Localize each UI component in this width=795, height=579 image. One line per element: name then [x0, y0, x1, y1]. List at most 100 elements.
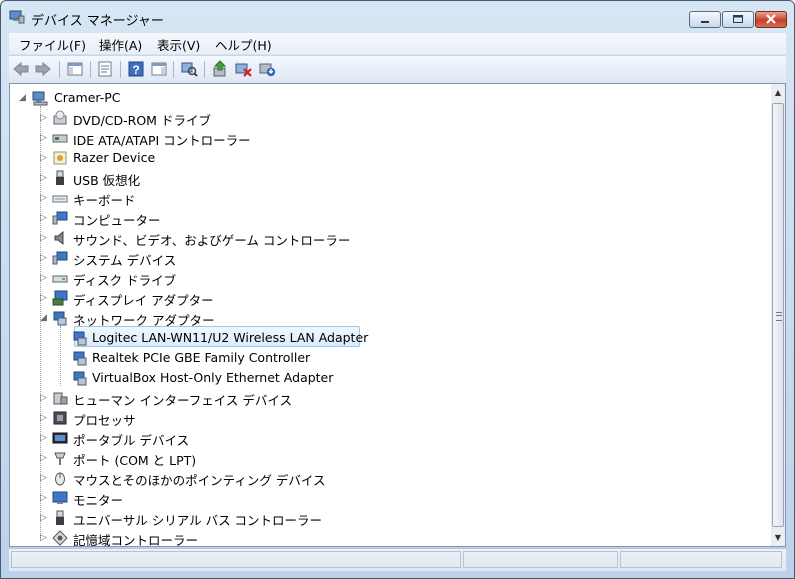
tree-category-label: ディスク ドライブ: [73, 273, 177, 288]
status-bar: [9, 548, 786, 571]
uninstall-device-icon[interactable]: [258, 60, 276, 78]
tree-device[interactable]: VirtualBox Host-Only Ethernet Adapter: [10, 368, 770, 388]
tree-device-label: VirtualBox Host-Only Ethernet Adapter: [92, 370, 334, 385]
vertical-scrollbar[interactable]: ▲ ▼: [771, 84, 785, 546]
hid-icon: [53, 392, 68, 405]
tree-category-label: USB 仮想化: [73, 173, 141, 188]
show-hide-console-tree-icon[interactable]: [66, 60, 84, 78]
tree-category-port[interactable]: ▷ ポート (COM と LPT): [10, 448, 770, 468]
port-icon: [54, 452, 66, 465]
expand-arrow-icon[interactable]: ▷: [40, 453, 48, 463]
system-device-icon: [52, 251, 68, 265]
expand-arrow-icon[interactable]: ▷: [40, 153, 48, 163]
expand-arrow-icon[interactable]: ▷: [40, 433, 48, 443]
maximize-button[interactable]: [722, 11, 754, 28]
tree-category-storage-controller[interactable]: ▷ 記憶域コントローラー: [10, 528, 770, 548]
scan-hardware-icon[interactable]: [180, 60, 198, 78]
forward-arrow-icon[interactable]: [34, 60, 52, 78]
tree-category-mouse[interactable]: ▷ マウスとそのほかのポインティング デバイス: [10, 468, 770, 488]
tree-category-computer[interactable]: ▷ コンピューター: [10, 208, 770, 228]
tree-root-label: Cramer-PC: [54, 90, 121, 105]
close-button[interactable]: [755, 11, 787, 28]
action-pane-icon[interactable]: [150, 60, 168, 78]
expand-arrow-icon[interactable]: ▷: [40, 393, 48, 403]
tree-device[interactable]: Realtek PCIe GBE Family Controller: [10, 348, 770, 368]
speaker-icon: [54, 230, 64, 246]
tree-category-usb-controller[interactable]: ▷ ユニバーサル シリアル バス コントローラー: [10, 508, 770, 528]
tree-category-usb[interactable]: ▷ USB 仮想化: [10, 168, 770, 188]
tree-category-system-device[interactable]: ▷ システム デバイス: [10, 248, 770, 268]
expand-arrow-icon[interactable]: ▷: [40, 113, 48, 123]
collapse-arrow-icon[interactable]: ◢: [40, 313, 48, 323]
tree-category-network-adapter[interactable]: ◢ ネットワーク アダプター: [10, 308, 770, 328]
tree-category-label: コンピューター: [73, 213, 161, 228]
svg-text:?: ?: [132, 63, 139, 77]
tree-category-label: DVD/CD-ROM ドライブ: [73, 113, 211, 128]
network-adapter-icon: [73, 351, 87, 366]
tree-category-label: Razer Device: [73, 150, 156, 165]
tree-category-keyboard[interactable]: ▷ キーボード: [10, 188, 770, 208]
expand-arrow-icon[interactable]: ▷: [40, 533, 48, 543]
menu-help[interactable]: ヘルプ(H): [215, 35, 272, 54]
help-icon[interactable]: ?: [127, 60, 145, 78]
back-arrow-icon[interactable]: [12, 60, 30, 78]
tree-category-dvd-drive[interactable]: ▷ DVD/CD-ROM ドライブ: [10, 108, 770, 128]
tree-category-processor[interactable]: ▷ プロセッサ: [10, 408, 770, 428]
tree-category-label: マウスとそのほかのポインティング デバイス: [73, 473, 326, 488]
menu-view[interactable]: 表示(V): [157, 35, 200, 54]
device-manager-icon: [9, 10, 25, 24]
device-tree[interactable]: ◢ Cramer-PC ▷ DVD/CD-ROM ドライブ ▷ IDE ATA/ATA…: [9, 83, 786, 548]
expand-arrow-icon[interactable]: ▷: [40, 473, 48, 483]
title-bar[interactable]: デバイス マネージャー: [1, 1, 794, 33]
window-title: デバイス マネージャー: [31, 14, 164, 29]
properties-icon[interactable]: [96, 60, 114, 78]
tree-category-monitor[interactable]: ▷ モニター: [10, 488, 770, 508]
scroll-down-arrow-icon[interactable]: ▼: [771, 529, 785, 546]
tree-category-disk-drive[interactable]: ▷ ディスク ドライブ: [10, 268, 770, 288]
expand-arrow-icon[interactable]: ▷: [40, 133, 48, 143]
menu-file[interactable]: ファイル(F): [19, 35, 86, 54]
expand-arrow-icon[interactable]: ▷: [40, 273, 48, 283]
tree-category-razer-device[interactable]: ▷ Razer Device: [10, 148, 770, 168]
usb-controller-icon: [56, 510, 64, 525]
disk-drive-icon: [52, 275, 68, 283]
expand-arrow-icon[interactable]: ▷: [40, 513, 48, 523]
status-pane-3: [620, 551, 782, 568]
computer-icon: [32, 91, 48, 106]
scroll-up-arrow-icon[interactable]: ▲: [771, 84, 785, 101]
tree-category-ide-controller[interactable]: ▷ IDE ATA/ATAPI コントローラー: [10, 128, 770, 148]
status-pane-main: [11, 551, 461, 568]
expand-arrow-icon[interactable]: ▷: [40, 193, 48, 203]
tree-category-label: モニター: [73, 493, 124, 508]
mouse-icon: [55, 472, 65, 486]
disable-device-icon[interactable]: [234, 60, 252, 78]
tree-category-display-adapter[interactable]: ▷ ディスプレイ アダプター: [10, 288, 770, 308]
ide-controller-icon: [52, 134, 68, 143]
minimize-button[interactable]: [689, 11, 721, 28]
scrollbar-thumb[interactable]: [772, 103, 784, 527]
storage-controller-icon: [52, 530, 68, 546]
tree-device-selected[interactable]: Logitec LAN-WN11/U2 Wireless LAN Adapter: [10, 328, 770, 348]
expand-arrow-icon[interactable]: ▷: [40, 253, 48, 263]
razer-device-icon: [53, 151, 67, 165]
expand-arrow-icon[interactable]: ▷: [40, 293, 48, 303]
toolbar: ?: [9, 55, 786, 83]
tree-root[interactable]: ◢ Cramer-PC: [10, 88, 770, 108]
usb-icon: [56, 170, 64, 185]
tree-category-speaker[interactable]: ▷ サウンド、ビデオ、およびゲーム コントローラー: [10, 228, 770, 248]
device-manager-window: デバイス マネージャー ファイル(F) 操作(A) 表示(V) ヘルプ(H) ?: [0, 0, 795, 579]
expand-arrow-icon[interactable]: ▷: [40, 233, 48, 243]
expand-arrow-icon[interactable]: ▷: [40, 413, 48, 423]
menu-action[interactable]: 操作(A): [99, 35, 142, 54]
collapse-arrow-icon[interactable]: ◢: [19, 93, 27, 103]
tree-device-label: Logitec LAN-WN11/U2 Wireless LAN Adapter: [92, 330, 369, 345]
tree-category-label: ユニバーサル シリアル バス コントローラー: [73, 513, 323, 528]
update-driver-icon[interactable]: [211, 60, 229, 78]
keyboard-icon: [52, 195, 68, 203]
expand-arrow-icon[interactable]: ▷: [40, 173, 48, 183]
expand-arrow-icon[interactable]: ▷: [40, 493, 48, 503]
tree-category-portable-device[interactable]: ▷ ポータブル デバイス: [10, 428, 770, 448]
tree-category-label: 記憶域コントローラー: [73, 533, 199, 548]
tree-category-hid[interactable]: ▷ ヒューマン インターフェイス デバイス: [10, 388, 770, 408]
expand-arrow-icon[interactable]: ▷: [40, 213, 48, 223]
